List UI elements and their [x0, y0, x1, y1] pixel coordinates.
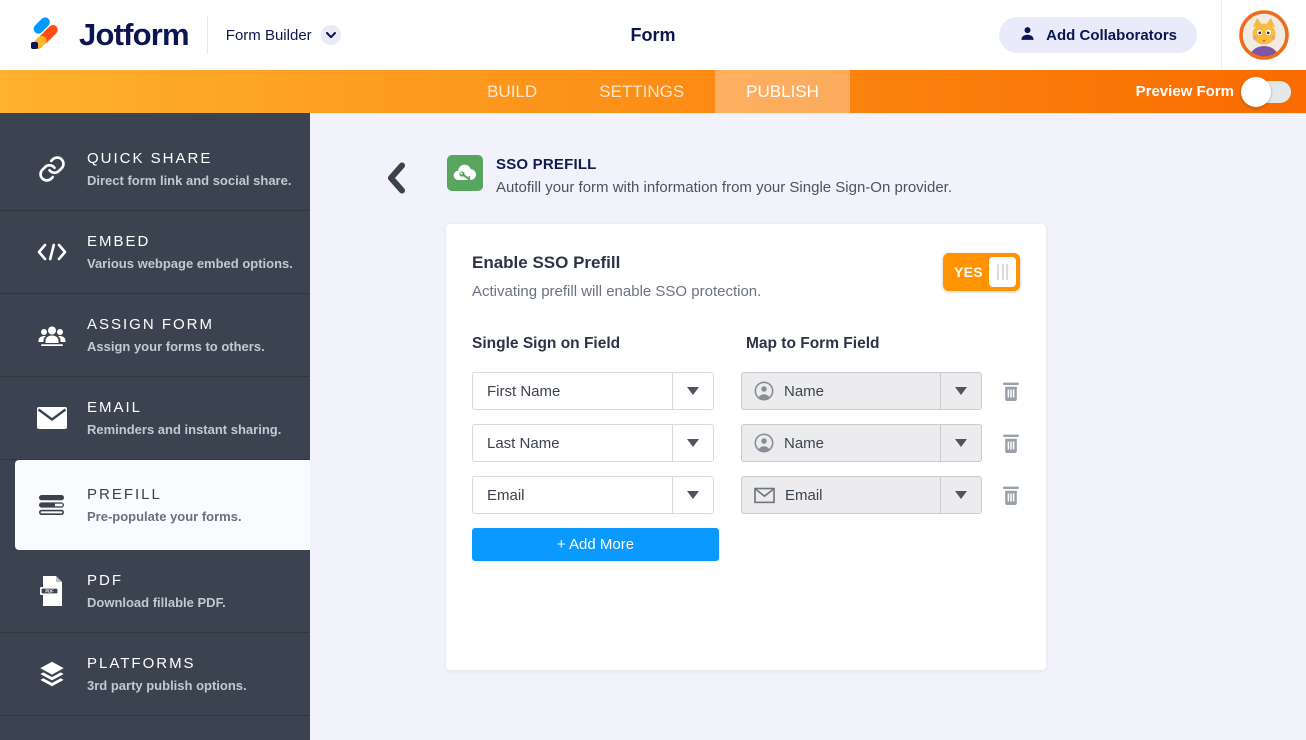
main-content: SSO PREFILL Autofill your form with info… — [310, 113, 1306, 740]
preview-form-toggle[interactable] — [1245, 81, 1291, 103]
sidebar-item-label: QUICK SHARE — [87, 150, 291, 167]
dropdown-arrow-icon — [672, 373, 713, 409]
dropdown-arrow-icon — [940, 477, 981, 513]
sidebar-item-quick-share[interactable]: QUICK SHARE Direct form link and social … — [0, 128, 310, 211]
mapping-row: First Name Name — [472, 372, 1020, 410]
add-collaborators-label: Add Collaborators — [1046, 27, 1177, 44]
sidebar-item-description: Direct form link and social share. — [87, 173, 291, 188]
avatar[interactable] — [1239, 10, 1289, 60]
delete-row-button[interactable] — [1002, 380, 1020, 402]
product-switcher-label: Form Builder — [226, 27, 312, 44]
sidebar-item-description: Pre-populate your forms. — [87, 509, 242, 524]
sidebar-item-description: Assign your forms to others. — [87, 339, 265, 354]
add-collaborators-button[interactable]: Add Collaborators — [999, 17, 1197, 53]
jotform-wordmark: Jotform — [79, 17, 189, 53]
dropdown-arrow-icon — [940, 373, 981, 409]
dropdown-arrow-icon — [672, 425, 713, 461]
sidebar-item-prefill[interactable]: PREFILL Pre-populate your forms. — [15, 460, 310, 550]
enable-sso-toggle[interactable]: YES — [943, 253, 1020, 291]
sso-prefill-panel: Enable SSO Prefill Activating prefill wi… — [446, 224, 1046, 670]
section-description: Autofill your form with information from… — [496, 179, 952, 196]
preview-form-label: Preview Form — [1136, 83, 1234, 100]
form-field-select-2[interactable]: Name — [741, 424, 982, 462]
dropdown-arrow-icon — [940, 425, 981, 461]
sidebar-item-description: Reminders and instant sharing. — [87, 422, 281, 437]
sidebar-item-label: EMBED — [87, 233, 293, 250]
sidebar-item-label: PDF — [87, 572, 226, 589]
toggle-knob — [989, 257, 1016, 287]
publish-sidebar: QUICK SHARE Direct form link and social … — [0, 113, 310, 740]
mapping-row: Email Email — [472, 476, 1020, 514]
sidebar-item-label: ASSIGN FORM — [87, 316, 265, 333]
prefill-lines-icon — [36, 495, 68, 516]
sso-field-select-value: First Name — [473, 383, 672, 400]
add-more-button[interactable]: + Add More — [472, 528, 719, 561]
pdf-file-icon: PDF — [36, 576, 68, 606]
form-field-select-1[interactable]: Name — [741, 372, 982, 410]
sidebar-item-label: EMAIL — [87, 399, 281, 416]
sidebar-item-description: Various webpage embed options. — [87, 256, 293, 271]
sidebar-item-label: PLATFORMS — [87, 655, 247, 672]
sidebar-item-description: Download fillable PDF. — [87, 595, 226, 610]
envelope-icon — [754, 487, 775, 504]
form-field-select-value: Email — [775, 487, 940, 504]
sso-field-select-1[interactable]: First Name — [472, 372, 714, 410]
section-title: SSO PREFILL — [496, 156, 952, 173]
sso-field-select-value: Email — [473, 487, 672, 504]
app-header: Jotform Form Builder Form Add Collaborat… — [0, 0, 1306, 70]
tab-publish[interactable]: PUBLISH — [715, 70, 850, 113]
avatar-container — [1221, 0, 1306, 70]
sidebar-item-description: 3rd party publish options. — [87, 678, 247, 693]
person-icon — [1019, 25, 1036, 46]
sso-field-column-header: Single Sign on Field — [472, 335, 746, 353]
sso-field-select-3[interactable]: Email — [472, 476, 714, 514]
sidebar-item-pdf[interactable]: PDF PDF Download fillable PDF. — [0, 550, 310, 633]
jotform-logo[interactable]: Jotform — [0, 14, 189, 57]
jotform-logo-icon — [28, 14, 66, 57]
toggle-yes-label: YES — [954, 264, 983, 280]
envelope-icon — [36, 407, 68, 429]
enable-sso-description: Activating prefill will enable SSO prote… — [472, 283, 761, 300]
toggle-knob — [1241, 77, 1271, 107]
code-icon — [36, 243, 68, 261]
chevron-down-icon — [321, 25, 341, 45]
main-navbar: BUILD SETTINGS PUBLISH Preview Form — [0, 70, 1306, 113]
form-field-select-value: Name — [774, 435, 940, 452]
sso-field-select-value: Last Name — [473, 435, 672, 452]
person-icon — [754, 433, 774, 453]
tab-settings[interactable]: SETTINGS — [568, 70, 715, 113]
people-icon — [36, 324, 68, 346]
person-icon — [754, 381, 774, 401]
form-field-select-value: Name — [774, 383, 940, 400]
link-icon — [36, 154, 68, 184]
svg-text:PDF: PDF — [45, 589, 54, 594]
form-field-column-header: Map to Form Field — [746, 335, 879, 353]
nav-tabs: BUILD SETTINGS PUBLISH — [456, 70, 850, 113]
sidebar-item-embed[interactable]: EMBED Various webpage embed options. — [0, 211, 310, 294]
form-field-select-3[interactable]: Email — [741, 476, 982, 514]
sidebar-item-assign-form[interactable]: ASSIGN FORM Assign your forms to others. — [0, 294, 310, 377]
product-switcher[interactable]: Form Builder — [226, 25, 341, 45]
header-divider — [207, 16, 208, 54]
sidebar-item-platforms[interactable]: PLATFORMS 3rd party publish options. — [0, 633, 310, 716]
sidebar-item-label: PREFILL — [87, 486, 242, 503]
enable-sso-title: Enable SSO Prefill — [472, 253, 761, 273]
layers-icon — [36, 660, 68, 688]
sso-field-select-2[interactable]: Last Name — [472, 424, 714, 462]
delete-row-button[interactable] — [1002, 432, 1020, 454]
dropdown-arrow-icon — [672, 477, 713, 513]
tab-build[interactable]: BUILD — [456, 70, 568, 113]
back-button[interactable] — [385, 162, 407, 199]
sidebar-item-email[interactable]: EMAIL Reminders and instant sharing. — [0, 377, 310, 460]
mapping-row: Last Name Name — [472, 424, 1020, 462]
sso-cloud-key-icon — [447, 155, 483, 199]
delete-row-button[interactable] — [1002, 484, 1020, 506]
page-title: Form — [631, 25, 676, 46]
